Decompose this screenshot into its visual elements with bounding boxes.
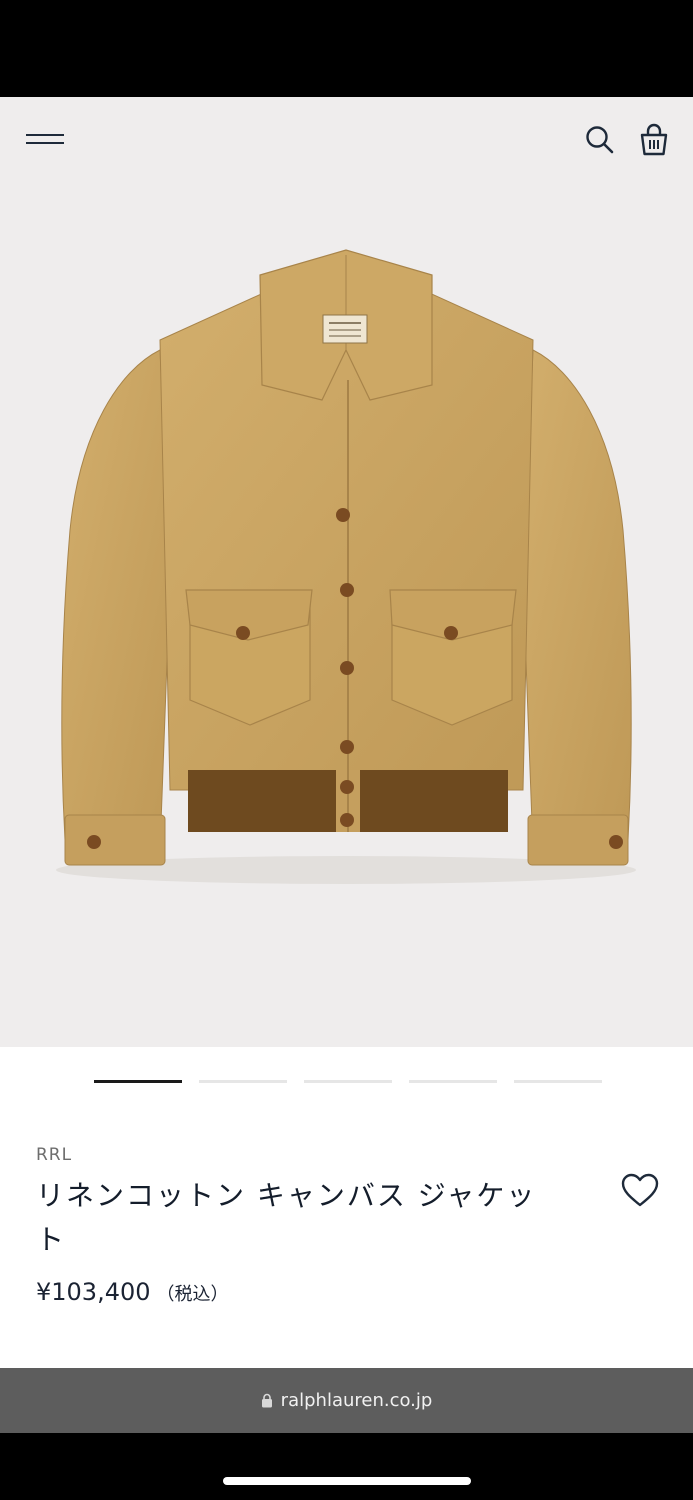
browser-url-bar[interactable]: ralphlauren.co.jp bbox=[0, 1368, 693, 1433]
menu-line-top bbox=[26, 134, 64, 136]
product-brand[interactable]: RRL bbox=[36, 1145, 72, 1165]
menu-line-bottom bbox=[26, 142, 64, 144]
carousel-dot-5[interactable] bbox=[514, 1080, 602, 1083]
menu-button[interactable] bbox=[24, 130, 68, 152]
bottom-bar bbox=[0, 1433, 693, 1500]
home-indicator[interactable] bbox=[223, 1477, 471, 1485]
shopping-bag-icon[interactable] bbox=[637, 122, 671, 158]
search-icon[interactable] bbox=[582, 122, 616, 156]
product-price: ¥103,400 （税込） bbox=[36, 1278, 229, 1306]
carousel-dot-2[interactable] bbox=[199, 1080, 287, 1083]
product-image-jacket[interactable] bbox=[40, 230, 653, 910]
price-amount: ¥103,400 bbox=[36, 1278, 151, 1306]
url-text: ralphlauren.co.jp bbox=[280, 1390, 433, 1411]
carousel-dot-4[interactable] bbox=[409, 1080, 497, 1083]
carousel-dot-3[interactable] bbox=[304, 1080, 392, 1083]
lock-icon bbox=[261, 1393, 272, 1408]
price-tax-note: （税込） bbox=[156, 1284, 229, 1305]
product-title: リネンコットン キャンバス ジャケット bbox=[36, 1179, 537, 1256]
carousel-dot-1[interactable] bbox=[94, 1080, 182, 1083]
status-bar bbox=[0, 0, 693, 97]
image-carousel-indicators bbox=[94, 1080, 602, 1084]
heart-outline-icon[interactable] bbox=[620, 1172, 660, 1208]
